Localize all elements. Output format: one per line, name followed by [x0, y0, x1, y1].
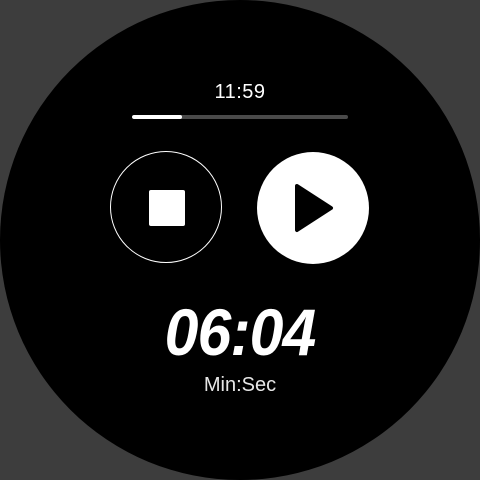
- play-button[interactable]: [257, 152, 369, 264]
- watch-face: 11:59 06:04 Min:Sec: [0, 0, 480, 480]
- play-icon: [295, 184, 333, 232]
- progress-fill: [132, 115, 182, 119]
- timer-display: 06:04: [164, 295, 317, 369]
- screen: 11:59 06:04 Min:Sec: [0, 0, 480, 480]
- progress-bar: [132, 115, 348, 119]
- timer-unit-label: Min:Sec: [203, 374, 277, 396]
- stop-button[interactable]: [110, 151, 222, 263]
- status-clock: 11:59: [214, 81, 266, 103]
- stop-icon: [149, 190, 185, 226]
